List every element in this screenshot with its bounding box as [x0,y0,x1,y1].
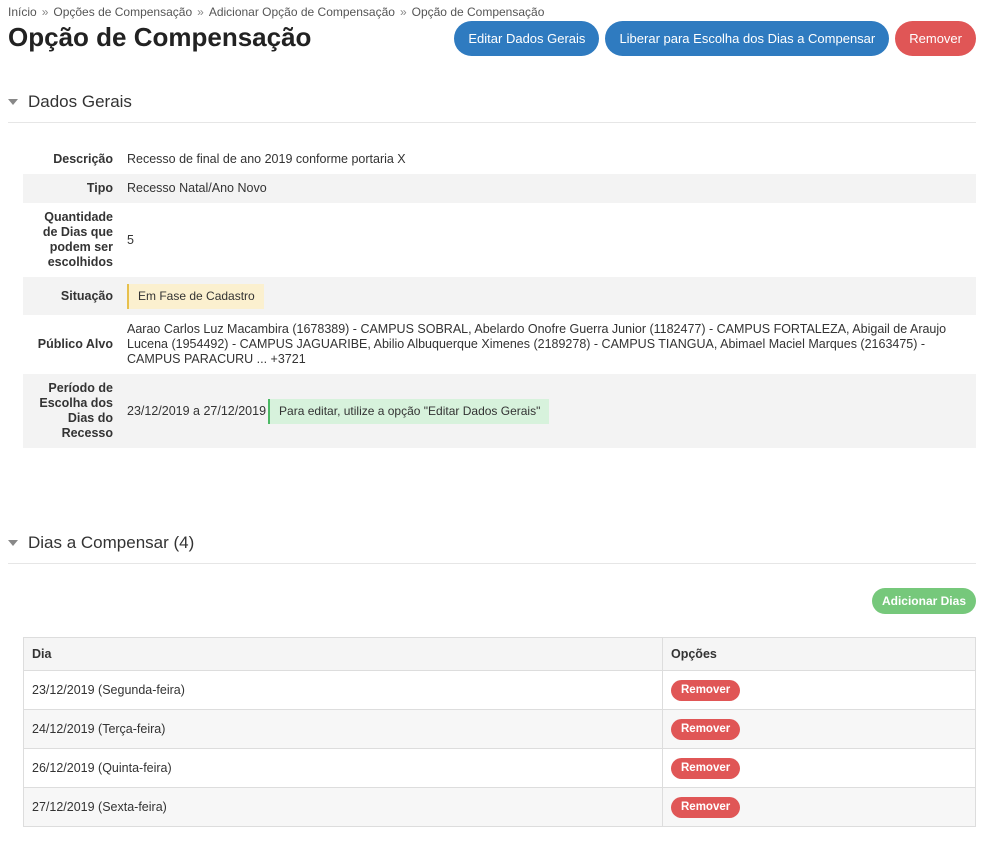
release-days-button[interactable]: Liberar para Escolha dos Dias a Compensa… [605,21,890,56]
remove-button[interactable]: Remover [895,21,976,56]
edit-hint-badge: Para editar, utilize a opção "Editar Dad… [268,398,550,424]
info-row-tipo: Tipo Recesso Natal/Ano Novo [23,174,976,203]
info-row-periodo: Período de Escolha dos Dias do Recesso 2… [23,374,976,448]
quantidade-label: Quantidade de Dias que podem ser escolhi… [42,210,113,269]
remove-day-button[interactable]: Remover [671,718,741,740]
breadcrumb-separator: » [197,5,204,19]
descricao-value: Recesso de final de ano 2019 conforme po… [127,152,406,166]
tipo-label: Tipo [86,181,113,195]
descricao-label: Descrição [53,152,113,166]
table-row: 26/12/2019 (Quinta-feira) Remover [23,748,976,788]
table-row: 23/12/2019 (Segunda-feira) Remover [23,670,976,710]
periodo-label: Período de Escolha dos Dias do Recesso [39,381,113,440]
publico-value: Aarao Carlos Luz Macambira (1678389) - C… [127,322,947,366]
table-row: 27/12/2019 (Sexta-feira) Remover [23,787,976,827]
info-row-quantidade: Quantidade de Dias que podem ser escolhi… [23,203,976,277]
breadcrumb-adicionar[interactable]: Adicionar Opção de Compensação [209,5,395,19]
quantidade-value: 5 [127,232,134,247]
general-section-header[interactable]: Dados Gerais [8,81,976,123]
situacao-label: Situação [60,288,113,303]
day-cell: 23/12/2019 (Segunda-feira) [23,670,663,710]
general-section-title: Dados Gerais [28,91,132,111]
status-badge: Em Fase de Cadastro [127,283,264,309]
action-bar: Editar Dados Gerais Liberar para Escolha… [454,21,976,56]
breadcrumb: Início » Opções de Compensação » Adicionar O… [8,5,544,19]
caret-down-icon [8,98,18,105]
page-title: Opção de Compensação [8,22,312,52]
days-section-title: Dias a Compensar (4) [28,532,195,552]
tipo-value: Recesso Natal/Ano Novo [127,181,267,195]
table-header-row: Dia Opções [23,637,976,671]
add-days-button[interactable]: Adicionar Dias [871,588,976,614]
table-row: 24/12/2019 (Terça-feira) Remover [23,709,976,749]
day-cell: 27/12/2019 (Sexta-feira) [23,787,663,827]
column-header-dia: Dia [23,637,663,671]
day-cell: 24/12/2019 (Terça-feira) [23,709,663,749]
info-row-publico: Público Alvo Aarao Carlos Luz Macambira … [23,315,976,374]
breadcrumb-opcoes[interactable]: Opções de Compensação [53,5,192,19]
publico-label: Público Alvo [37,337,113,351]
breadcrumb-current: Opção de Compensação [411,5,545,19]
breadcrumb-inicio[interactable]: Início [8,5,37,19]
day-cell: 26/12/2019 (Quinta-feira) [23,748,663,788]
remove-day-button[interactable]: Remover [671,757,741,779]
days-table: Dia Opções 23/12/2019 (Segunda-feira) Re… [23,637,976,827]
periodo-value: 23/12/2019 a 27/12/2019 [127,403,267,418]
general-info-table: Descrição Recesso de final de ano 2019 c… [23,145,976,448]
info-row-descricao: Descrição Recesso de final de ano 2019 c… [23,145,976,174]
caret-down-icon [8,539,18,546]
remove-day-button[interactable]: Remover [671,679,741,701]
days-section-header[interactable]: Dias a Compensar (4) [8,522,976,564]
breadcrumb-separator: » [41,5,49,19]
remove-day-button[interactable]: Remover [671,796,741,818]
info-row-situacao: Situação Em Fase de Cadastro [23,277,976,315]
breadcrumb-separator: » [399,5,407,19]
edit-general-data-button[interactable]: Editar Dados Gerais [454,21,600,56]
column-header-opcoes: Opções [662,637,976,671]
